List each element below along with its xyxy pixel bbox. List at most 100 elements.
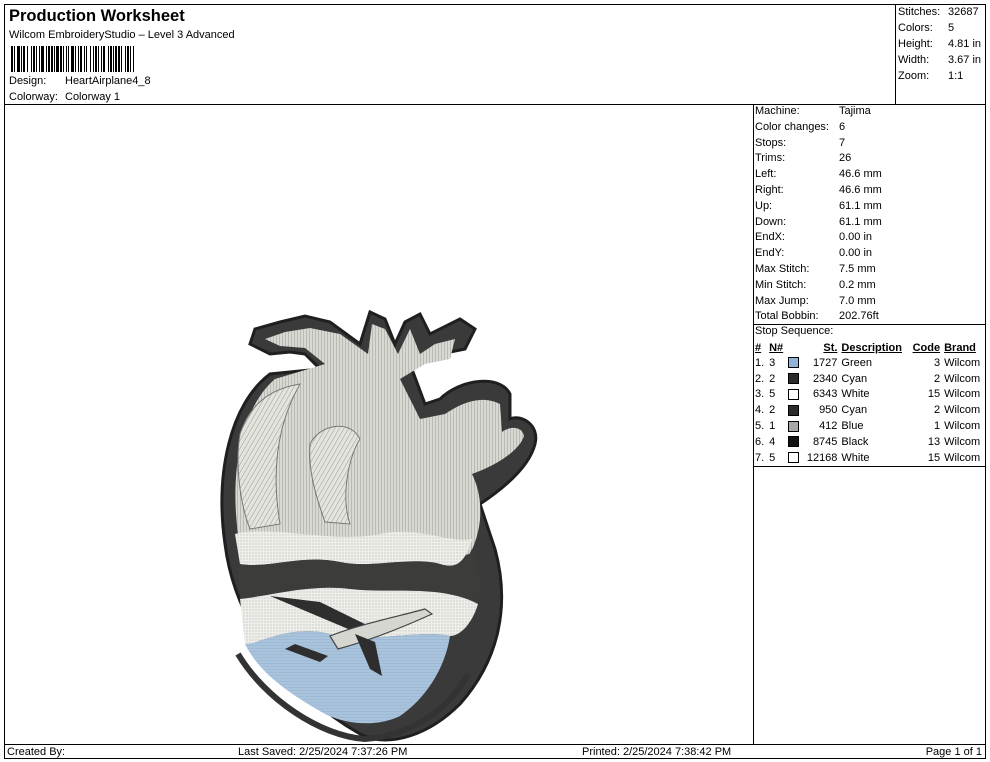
design-preview xyxy=(4,104,754,745)
color-swatch-icon xyxy=(788,389,800,401)
stitch-count: 412 xyxy=(819,420,838,433)
color-swatch xyxy=(786,434,802,450)
info-value: 7 xyxy=(839,136,846,149)
colorway-value: Colorway 1 xyxy=(65,91,121,103)
color-swatch xyxy=(786,387,802,403)
color-code: 15 xyxy=(927,388,941,401)
stop-num: 4. xyxy=(755,404,765,417)
table-row: 1. 3 1727 Green 3 Wilcom xyxy=(753,355,985,371)
info-label: EndX: xyxy=(755,231,785,244)
info-row: Color changes: 6 xyxy=(755,121,845,133)
info-row: Down: 61.1 mm xyxy=(755,216,882,228)
color-swatch xyxy=(786,418,802,434)
stop-sequence-table: # N# St. Description Code Brand 1. 3 1727 G… xyxy=(753,340,985,466)
info-row: Machine: Tajima xyxy=(755,105,871,117)
info-row: Max Stitch: 7.5 mm xyxy=(755,263,876,275)
page-title: Production Worksheet xyxy=(9,7,185,25)
info-row: Right: 46.6 mm xyxy=(755,184,882,196)
page-number: Page 1 of 1 xyxy=(925,746,982,758)
color-code: 13 xyxy=(927,435,941,448)
info-label: Down: xyxy=(755,215,787,228)
info-value: 61.1 mm xyxy=(839,199,882,212)
stitch-count: 2340 xyxy=(812,372,838,385)
stat-colors: Colors: 5 xyxy=(898,22,986,34)
stat-zoom: Zoom: 1:1 xyxy=(898,70,986,82)
col-header-num: # xyxy=(755,341,762,354)
info-value: 202.76ft xyxy=(839,310,879,323)
colorway-row: Colorway: Colorway 1 xyxy=(9,91,120,103)
info-label: Right: xyxy=(755,184,784,196)
stat-value: 3.67 in xyxy=(948,54,982,66)
needle-num: 2 xyxy=(769,404,776,417)
stat-value: 5 xyxy=(948,22,955,34)
printed-date: Printed: 2/25/2024 7:38:42 PM xyxy=(582,746,732,758)
info-row: Stops: 7 xyxy=(755,137,845,149)
color-swatch-icon xyxy=(788,452,800,464)
color-code: 15 xyxy=(927,451,941,464)
info-row: Total Bobbin: 202.76ft xyxy=(755,310,879,322)
stat-label: Height: xyxy=(898,38,933,50)
color-swatch xyxy=(786,402,802,418)
info-value: 46.6 mm xyxy=(839,184,882,196)
info-label: Trims: xyxy=(755,152,786,165)
needle-num: 5 xyxy=(769,451,776,464)
thread-brand: Wilcom xyxy=(944,388,981,401)
barcode-bar xyxy=(134,46,136,72)
info-row: EndX: 0.00 in xyxy=(755,231,872,243)
color-swatch-icon xyxy=(788,420,800,432)
stat-value: 32687 xyxy=(948,6,979,18)
color-description: Green xyxy=(841,356,872,369)
stitch-count: 6343 xyxy=(812,388,838,401)
stat-label: Zoom: xyxy=(898,70,930,82)
info-label: Color changes: xyxy=(755,120,829,133)
info-label: Left: xyxy=(755,168,777,181)
stat-height: Height: 4.81 in xyxy=(898,38,986,50)
last-saved: Last Saved: 2/25/2024 7:37:26 PM xyxy=(238,746,408,758)
stat-label: Colors: xyxy=(898,22,933,34)
stat-label: Stitches: xyxy=(898,6,941,18)
col-header-code: Code xyxy=(912,341,941,354)
info-value: Tajima xyxy=(839,105,871,117)
stitch-count: 950 xyxy=(819,404,838,417)
table-row: 7. 5 12168 White 15 Wilcom xyxy=(753,450,985,466)
needle-num: 2 xyxy=(769,372,776,385)
color-description: Black xyxy=(841,435,869,448)
info-value: 46.6 mm xyxy=(839,168,882,181)
stop-num: 3. xyxy=(755,388,765,401)
software-name: Wilcom EmbroideryStudio – Level 3 Advanc… xyxy=(9,29,235,41)
color-swatch-icon xyxy=(788,373,800,385)
stop-num: 7. xyxy=(755,451,765,464)
info-label: Machine: xyxy=(755,105,800,117)
table-row: 3. 5 6343 White 15 Wilcom xyxy=(753,387,985,403)
col-header-stitches: St. xyxy=(823,341,838,354)
table-row: 5. 1 412 Blue 1 Wilcom xyxy=(753,418,985,434)
color-code: 3 xyxy=(933,356,941,369)
color-swatch-icon xyxy=(788,357,800,369)
footer: Created By: Last Saved: 2/25/2024 7:37:2… xyxy=(4,744,986,759)
color-description: Cyan xyxy=(841,404,868,417)
stitch-count: 1727 xyxy=(812,356,838,369)
created-by: Created By: xyxy=(7,746,66,758)
color-swatch-icon xyxy=(788,436,800,448)
worksheet-header: Production Worksheet Wilcom EmbroiderySt… xyxy=(4,4,896,105)
info-value: 0.00 in xyxy=(839,231,873,244)
color-swatch xyxy=(786,355,802,371)
color-swatch xyxy=(786,450,802,466)
stop-num: 6. xyxy=(755,435,765,448)
table-row: 6. 4 8745 Black 13 Wilcom xyxy=(753,434,985,450)
info-value: 0.2 mm xyxy=(839,278,876,291)
stop-sequence-title: Stop Sequence: xyxy=(755,325,834,337)
table-row: 2. 2 2340 Cyan 2 Wilcom xyxy=(753,371,985,387)
thread-brand: Wilcom xyxy=(944,451,981,464)
barcode-image xyxy=(11,46,237,72)
color-description: White xyxy=(841,451,870,464)
design-row: Design: HeartAirplane4_8 xyxy=(9,75,151,87)
info-label: Up: xyxy=(755,199,773,212)
info-label: Max Stitch: xyxy=(755,263,810,275)
design-value: HeartAirplane4_8 xyxy=(65,75,151,87)
thread-brand: Wilcom xyxy=(944,435,981,448)
stop-num: 2. xyxy=(755,372,765,385)
info-label: Total Bobbin: xyxy=(755,310,819,323)
info-row: EndY: 0.00 in xyxy=(755,247,872,259)
thread-brand: Wilcom xyxy=(944,372,981,385)
